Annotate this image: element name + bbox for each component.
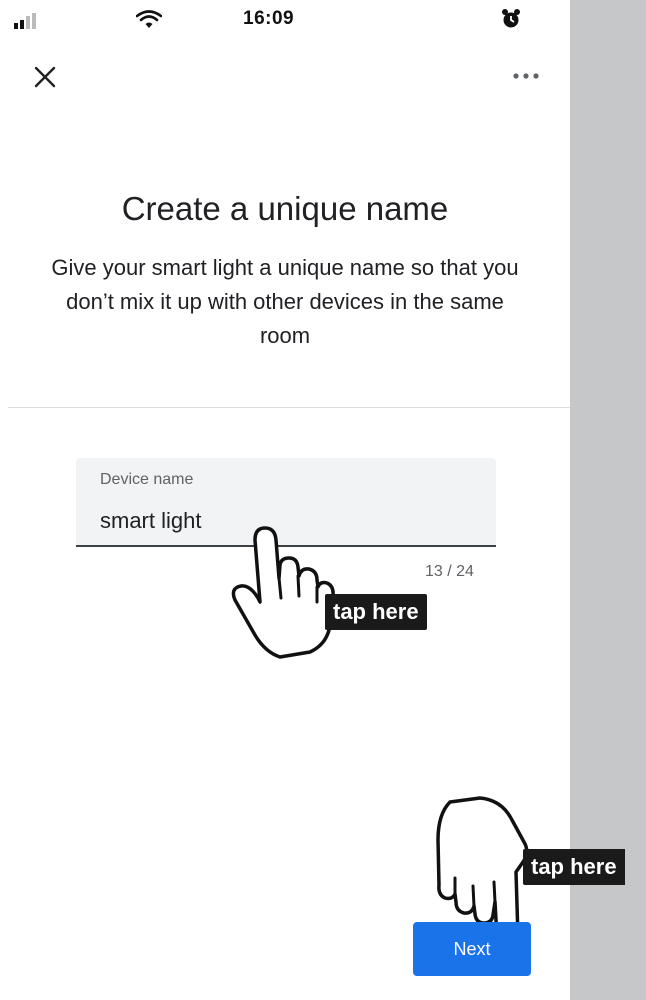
device-name-label: Device name bbox=[100, 471, 194, 488]
tap-here-callout: tap here bbox=[325, 594, 427, 630]
page-title: Create a unique name bbox=[121, 190, 449, 227]
pointing-hand-icon bbox=[231, 526, 335, 659]
status-bar: 16:09 bbox=[0, 0, 570, 40]
wifi-icon bbox=[136, 10, 162, 28]
more-horizontal-icon[interactable] bbox=[510, 66, 542, 86]
close-icon[interactable] bbox=[31, 63, 59, 91]
next-button[interactable]: Next bbox=[413, 922, 531, 976]
page-subtitle: Give your smart light a unique name so t… bbox=[51, 255, 519, 348]
status-time: 16:09 bbox=[243, 8, 295, 29]
character-counter: 13 / 24 bbox=[425, 563, 474, 580]
device-name-value[interactable]: smart light bbox=[100, 508, 201, 534]
divider bbox=[8, 407, 570, 408]
cellular-signal-icon bbox=[14, 13, 36, 29]
alarm-clock-icon bbox=[502, 9, 520, 28]
tap-here-callout: tap here bbox=[523, 849, 625, 885]
